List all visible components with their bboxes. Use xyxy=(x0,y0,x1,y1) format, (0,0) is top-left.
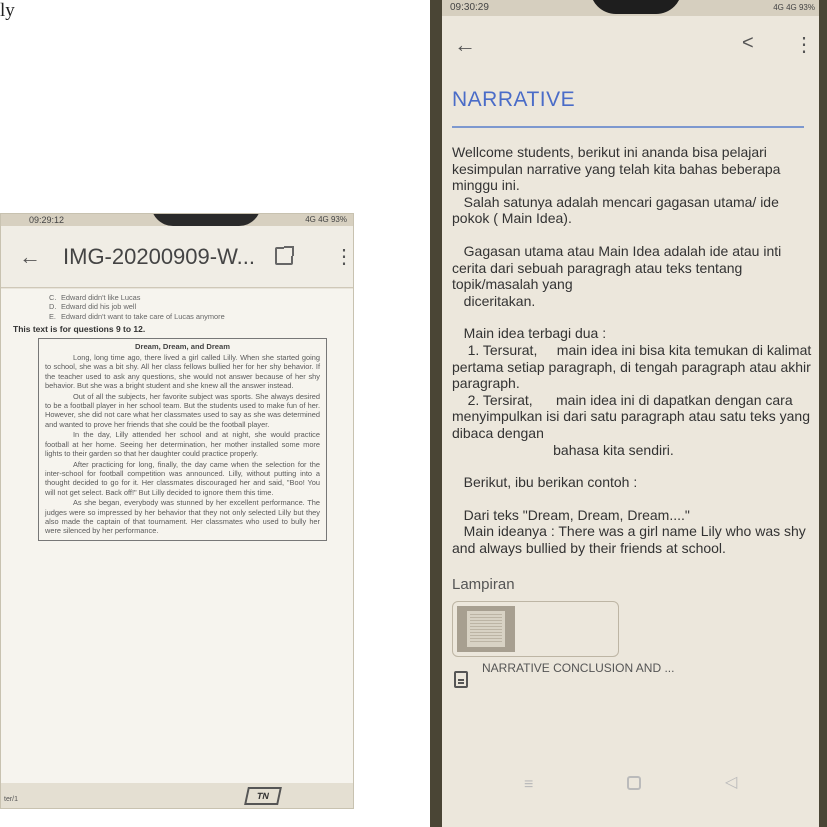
status-icons: 4G 4G 93% xyxy=(773,3,815,12)
left-phone-screenshot: 09:29:12 4G 4G 93% ← IMG-20200909-W... ⋮… xyxy=(0,213,354,809)
navigation-bar: ≡ ◁ xyxy=(442,772,819,802)
page-indicator: ter/1 xyxy=(4,796,19,803)
body-line: Salah satunya adalah mencari gagasan uta… xyxy=(452,193,783,227)
body-line: 1. Tersurat, main idea ini bisa kita tem… xyxy=(452,341,816,392)
answer-option: D. Edward did his job well xyxy=(49,302,137,312)
body-line: 2. Tersirat, main idea ini di dapatkan d… xyxy=(452,391,814,441)
body-line: Main ideanya : There was a girl name Lil… xyxy=(452,523,810,556)
attachment-name: NARRATIVE CONCLUSION AND ... xyxy=(482,661,675,676)
document-icon xyxy=(454,671,468,689)
right-phone-screenshot: 09:30:29 4G 4G 93% ← < ⋮ NARRATIVE Wellc… xyxy=(430,0,827,827)
body-line: Gagasan utama atau Main Idea adalah ide … xyxy=(452,242,786,293)
back-icon[interactable]: ◁ xyxy=(725,772,737,792)
image-title: IMG-20200909-W... xyxy=(63,244,255,269)
answer-option: E. Edward didn't want to take care of Luc… xyxy=(49,311,225,321)
attachment-card[interactable] xyxy=(452,601,619,658)
app-bar: ← IMG-20200909-W... ⋮ xyxy=(1,226,353,288)
phone-edge xyxy=(430,0,442,827)
home-icon[interactable] xyxy=(627,776,641,790)
recent-apps-icon[interactable]: ≡ xyxy=(524,776,533,794)
top-text: ly xyxy=(0,0,15,21)
body-line: Wellcome students, berikut ini ananda bi… xyxy=(452,144,785,194)
publisher-logo: TN xyxy=(244,787,282,805)
answer-option: C. Edward didn't like Lucas xyxy=(49,293,141,302)
body-line: bahasa kita sendiri. xyxy=(452,441,674,458)
more-options-icon[interactable]: ⋮ xyxy=(334,244,353,269)
body-line: Dari teks "Dream, Dream, Dream...." xyxy=(452,506,690,523)
share-icon[interactable]: < xyxy=(742,32,754,55)
document-image: C. Edward didn't like Lucas D. Edward did … xyxy=(1,289,353,783)
back-arrow-icon[interactable]: ← xyxy=(454,32,476,58)
post-body: Wellcome students, berikut ini ananda bi… xyxy=(452,144,817,556)
attachment-thumbnail xyxy=(457,606,515,653)
title-divider xyxy=(452,126,804,128)
body-line: Berikut, ibu berikan contoh : xyxy=(452,474,638,491)
status-time: 09:29:12 xyxy=(29,215,65,225)
question-heading: This text is for questions 9 to 12. xyxy=(13,324,146,335)
back-arrow-icon[interactable]: ← xyxy=(19,244,41,270)
story-paragraph: Long, long time ago, there lived a girl … xyxy=(45,353,320,391)
phone-edge xyxy=(819,0,827,827)
body-line: diceritakan. xyxy=(452,292,536,309)
bottom-bar: ter/1 TN xyxy=(1,783,353,808)
story-title: Dream, Dream, and Dream xyxy=(135,341,230,351)
attachments-label: Lampiran xyxy=(452,576,515,594)
attachment-file[interactable]: NARRATIVE CONCLUSION AND ... xyxy=(452,657,817,701)
status-icons: 4G 4G 93% xyxy=(305,215,347,224)
story-box: Dream, Dream, and Dream Long, long time … xyxy=(38,337,327,541)
post-title: NARRATIVE xyxy=(452,88,576,111)
story-paragraph: After practicing for long, finally, the … xyxy=(45,459,320,497)
story-paragraph: In the day, Lilly attended her school an… xyxy=(45,430,320,459)
camera-notch xyxy=(151,214,261,226)
app-bar: ← < ⋮ xyxy=(442,16,819,76)
body-line: Main idea terbagi dua : xyxy=(452,325,607,342)
post-content: NARRATIVE Wellcome students, berikut ini… xyxy=(452,88,817,701)
more-options-icon[interactable]: ⋮ xyxy=(794,32,814,57)
status-time: 09:30:29 xyxy=(450,2,489,13)
open-external-icon[interactable] xyxy=(275,246,294,265)
story-paragraph: Out of all the subjects, her favorite su… xyxy=(45,391,320,429)
story-paragraph: As she began, everybody was stunned by h… xyxy=(45,498,320,536)
